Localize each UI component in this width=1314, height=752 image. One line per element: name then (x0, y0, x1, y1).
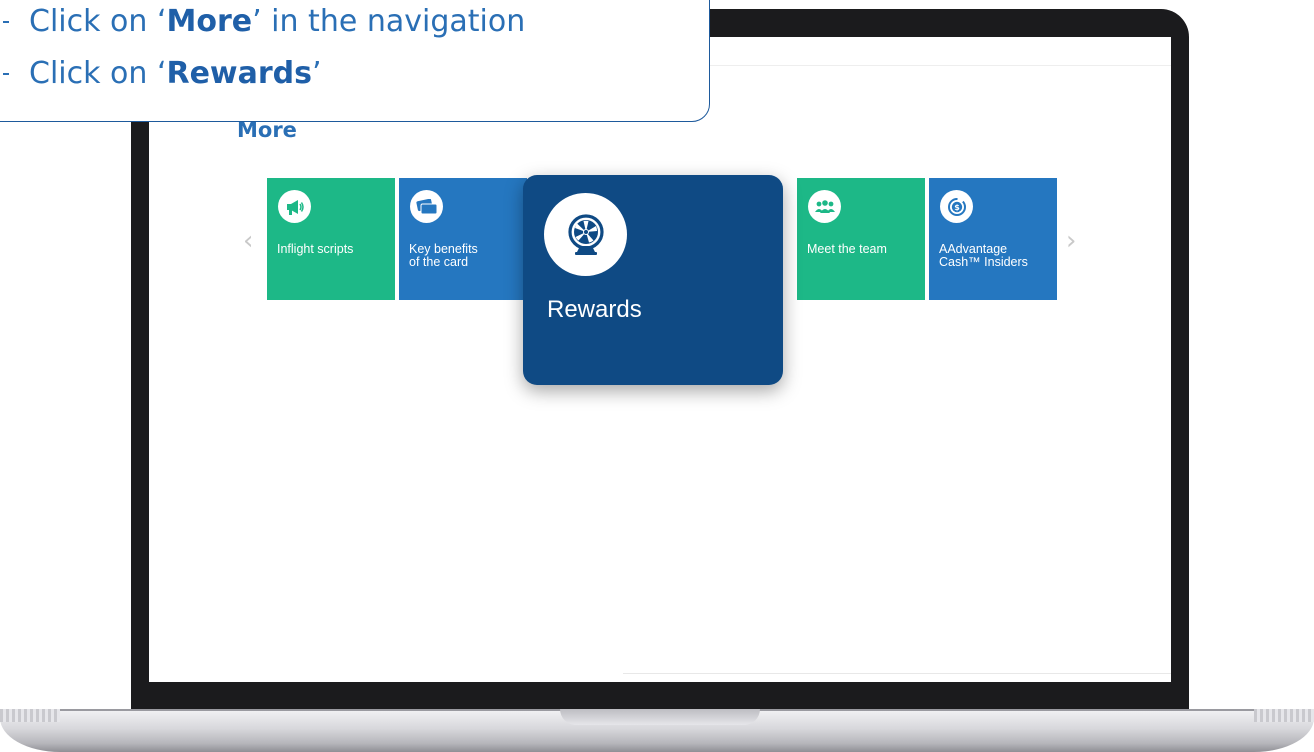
bullet-icon (3, 21, 9, 23)
cards-icon (410, 190, 443, 223)
instruction-step-2: Click on ‘Rewards’ (0, 59, 322, 89)
tile-label: AAdvantage Cash™ Insiders (939, 242, 1028, 269)
laptop-base-edge-right (1254, 709, 1314, 722)
carousel-prev-icon[interactable]: ‹ (243, 228, 253, 254)
tile-meet-the-team[interactable]: Meet the team (797, 178, 925, 300)
team-icon (808, 190, 841, 223)
laptop-hinge-notch (560, 709, 760, 725)
prize-wheel-icon (544, 193, 627, 276)
dollar-coin-icon: $ (940, 190, 973, 223)
instruction-keyword: More (166, 4, 253, 39)
tile-key-benefits[interactable]: Key benefits of the card (399, 178, 527, 300)
instruction-keyword: Rewards (166, 56, 313, 91)
megaphone-icon (278, 190, 311, 223)
tile-label: Key benefits of the card (409, 242, 478, 269)
rewards-highlight-card[interactable]: Rewards (523, 175, 783, 385)
rewards-label: Rewards (547, 296, 642, 323)
bullet-icon (3, 73, 9, 75)
tile-label: Inflight scripts (277, 242, 354, 256)
instruction-step-1: Click on ‘More’ in the navigation (0, 7, 525, 37)
laptop-base-edge-left (0, 709, 60, 722)
instruction-callout: Click on ‘More’ in the navigation Click … (0, 0, 710, 122)
instruction-text: Click on (29, 4, 157, 39)
tile-label: Meet the team (807, 242, 887, 256)
screen-bottom-divider (623, 673, 1171, 674)
carousel-next-icon[interactable]: › (1066, 228, 1076, 254)
instruction-text: Click on (29, 56, 157, 91)
tile-aadvantage-cash-insiders[interactable]: $ AAdvantage Cash™ Insiders (929, 178, 1057, 300)
quote-mark: ’ (312, 56, 322, 91)
instruction-text: in the navigation (261, 4, 526, 39)
svg-text:$: $ (954, 203, 960, 212)
quote-mark: ’ (252, 4, 262, 39)
tile-inflight-scripts[interactable]: Inflight scripts (267, 178, 395, 300)
